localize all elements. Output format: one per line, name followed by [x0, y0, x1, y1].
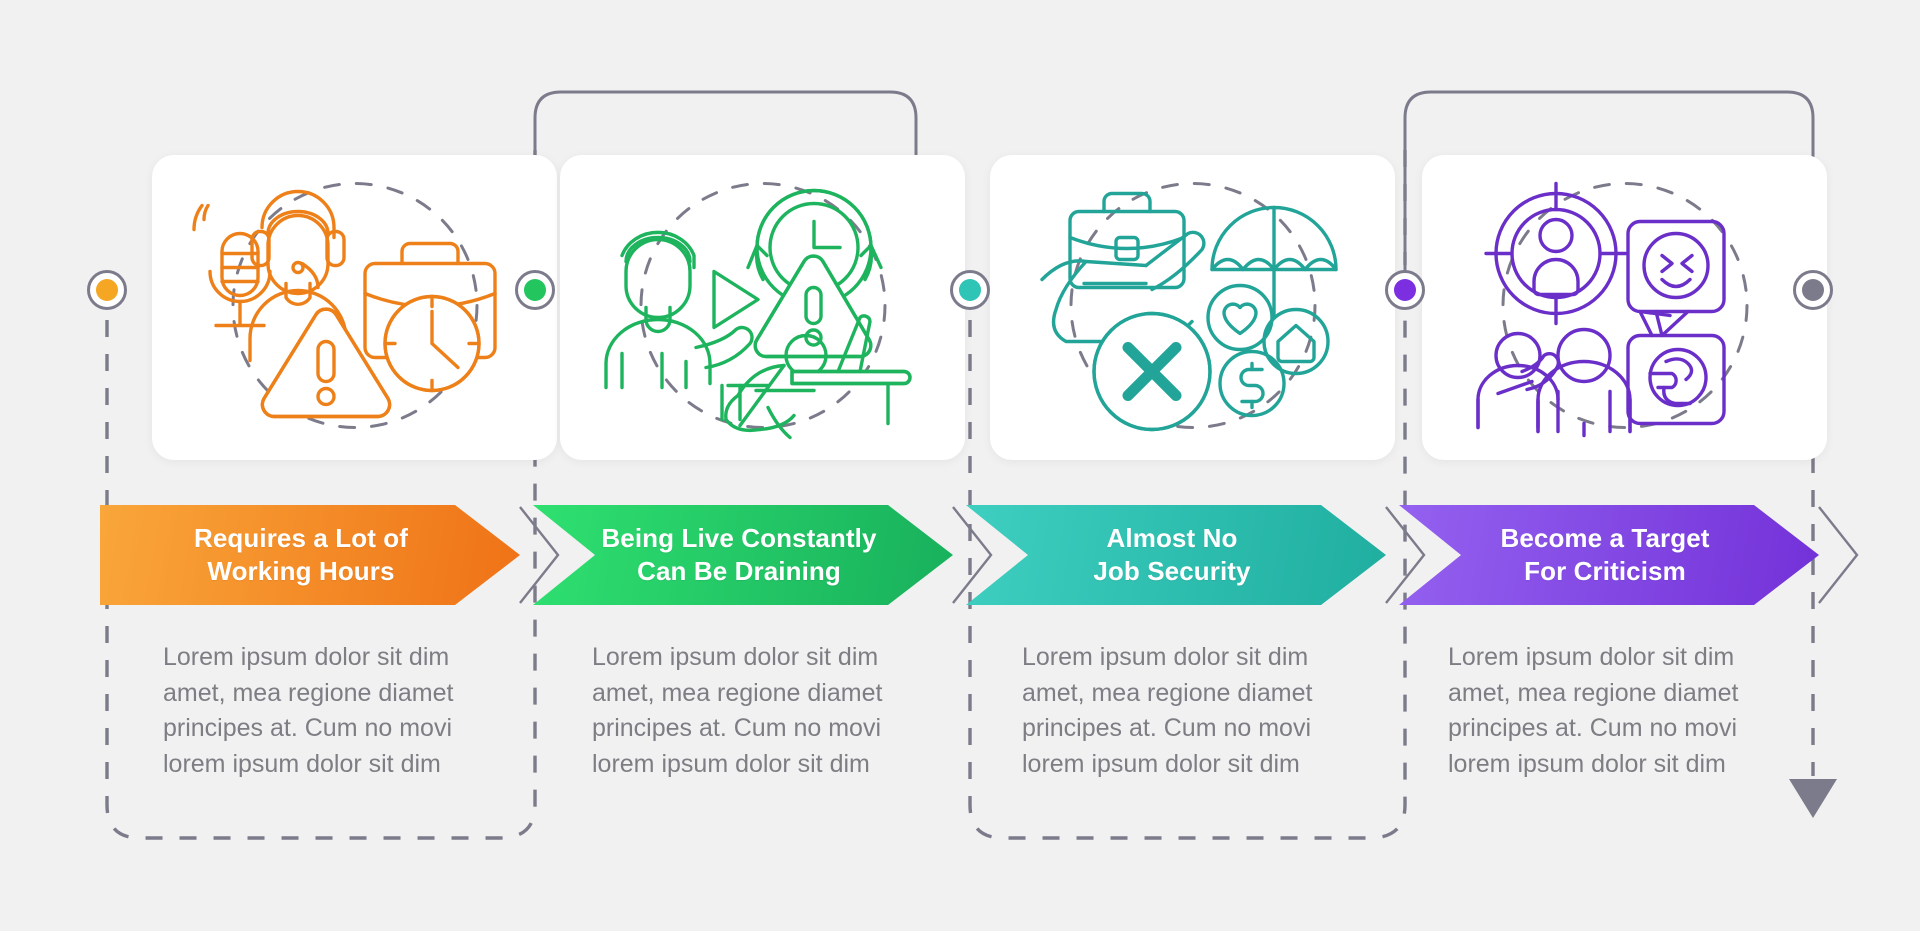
- step-banner-4[interactable]: Become a Target For Criticism: [1399, 505, 1819, 605]
- step-1-title-line1: Requires a Lot of: [193, 523, 409, 554]
- step-banner-1-label: Requires a Lot of Working Hours: [190, 522, 430, 588]
- ghost-chevron-1: [519, 506, 560, 604]
- step-1-title-line2: Working Hours: [207, 556, 395, 586]
- illustration-card-3: [990, 155, 1395, 460]
- illustration-card-1: [152, 155, 557, 460]
- ghost-chevron-2: [952, 506, 993, 604]
- node-core-4: [1394, 279, 1416, 301]
- step-banner-2[interactable]: Being Live Constantly Can Be Draining: [533, 505, 953, 605]
- step-banner-4-label: Become a Target For Criticism: [1486, 522, 1731, 588]
- node-dot-4[interactable]: [1385, 270, 1425, 310]
- node-dot-1[interactable]: [87, 270, 127, 310]
- infographic-canvas: Requires a Lot of Working Hours Being Li…: [0, 0, 1920, 931]
- node-dot-2[interactable]: [515, 270, 555, 310]
- step-2-title-line1: Being Live Constantly: [601, 523, 877, 554]
- step-3-title-line1: Almost No: [1106, 523, 1238, 554]
- node-core-2: [524, 279, 546, 301]
- node-core-1: [96, 279, 118, 301]
- headset-operator-briefcase-clock-warning-icon: [191, 181, 497, 429]
- step-4-title-line1: Become a Target: [1500, 523, 1710, 554]
- target-person-criticism-bubbles-icon: [1475, 181, 1748, 437]
- step-banner-3[interactable]: Almost No Job Security: [966, 505, 1386, 605]
- step-description-2: Lorem ipsum dolor sit dim amet, mea regi…: [592, 643, 883, 778]
- step-banner-3-label: Almost No Job Security: [1079, 522, 1272, 588]
- exhausted-streamer-clock-warning-icon: [603, 181, 912, 439]
- node-core-3: [959, 279, 981, 301]
- illustration-card-2: [560, 155, 965, 460]
- step-description-3: Lorem ipsum dolor sit dim amet, mea regi…: [1022, 643, 1313, 778]
- connector-lines: [105, 90, 1837, 840]
- step-banner-1[interactable]: Requires a Lot of Working Hours: [100, 505, 520, 605]
- illustration-card-4: [1422, 155, 1827, 460]
- node-dot-end[interactable]: [1793, 270, 1833, 310]
- step-2-title-line2: Can Be Draining: [637, 556, 841, 586]
- step-4-title-line2: For Criticism: [1524, 556, 1686, 586]
- step-description-1: Lorem ipsum dolor sit dim amet, mea regi…: [163, 643, 454, 778]
- step-banner-2-label: Being Live Constantly Can Be Draining: [587, 522, 898, 588]
- step-3-title-line2: Job Security: [1093, 556, 1251, 586]
- node-core-end: [1802, 279, 1824, 301]
- step-banner-row: Requires a Lot of Working Hours Being Li…: [0, 505, 1920, 605]
- node-dot-3[interactable]: [950, 270, 990, 310]
- ghost-chevron-3: [1385, 506, 1426, 604]
- step-description-4: Lorem ipsum dolor sit dim amet, mea regi…: [1448, 643, 1739, 778]
- down-triangle-arrow-icon: [1789, 779, 1837, 818]
- ghost-chevron-4: [1818, 506, 1859, 604]
- briefcase-insurance-umbrella-cross-icon: [1039, 181, 1338, 431]
